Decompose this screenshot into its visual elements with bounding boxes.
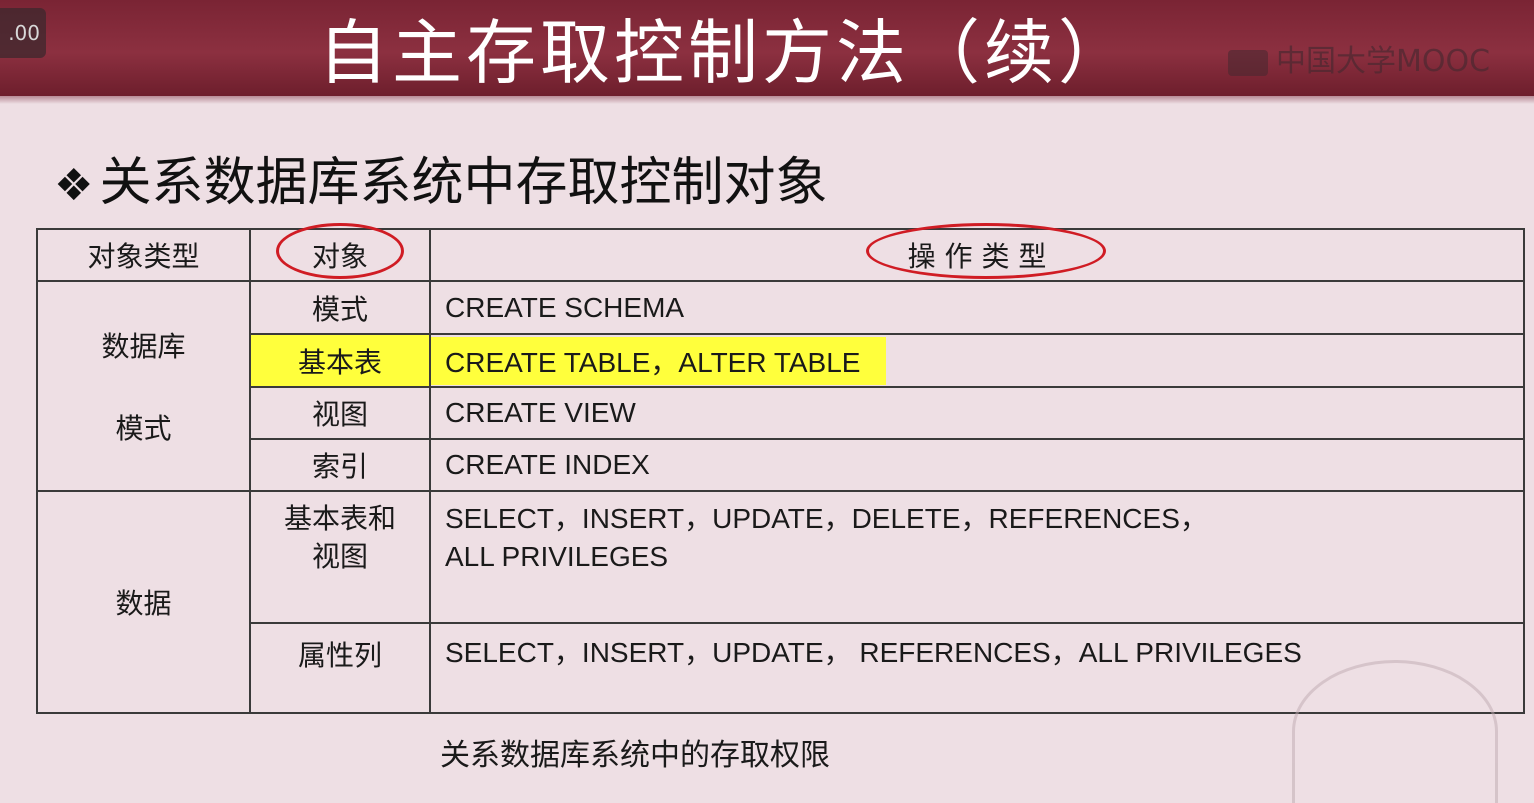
operation-cell: CREATE TABLE，ALTER TABLE [429,333,1525,388]
object-type-data: 数据 [36,490,251,714]
header-operation-type-text: 操 作 类 型 [907,240,1047,273]
header-object-type: 对象类型 [36,228,251,282]
operation-cell: CREATE VIEW [429,386,1525,440]
header-divider [0,96,1534,104]
access-privilege-table: 对象类型 对象 操 作 类 型 数据库 模式 模式 CREATE SCHEMA … [36,223,1525,714]
object-type-label: 模式 [115,412,172,445]
object-cell: 索引 [249,438,431,492]
highlighted-operation: CREATE TABLE，ALTER TABLE [431,336,887,385]
operation-cell: SELECT，INSERT，UPDATE，DELETE，REFERENCES， … [429,490,1525,624]
operation-cell: CREATE SCHEMA [429,280,1525,335]
table-row: 索引 CREATE INDEX [37,438,1525,492]
table-row-highlighted: 基本表 CREATE TABLE，ALTER TABLE [37,333,1525,388]
subheading-text: 关系数据库系统中存取控制对象 [99,153,828,213]
object-cell: 基本表和 视图 [249,490,431,624]
table-row: 数据库 模式 模式 CREATE SCHEMA [36,280,1525,492]
operation-text: ALL PRIVILEGES [445,541,669,572]
mooc-logo: 中国大学MOOC [1228,42,1498,82]
header-operation-type: 操 作 类 型 [429,223,1525,282]
table-header-row: 对象类型 对象 操 作 类 型 [36,223,1525,282]
object-cell: 视图 [249,386,431,440]
playback-speed: .00 [8,21,40,45]
diamond-bullet-icon: ❖ [54,160,94,211]
object-cell: 基本表 [249,333,431,388]
operation-cell: CREATE INDEX [429,438,1525,492]
table-row: 数据 基本表和 视图 SELECT，INSERT，UPDATE，DELETE，R… [36,490,1525,714]
object-text: 视图 [311,540,368,573]
table-caption: 关系数据库系统中的存取权限 [440,738,830,773]
object-type-label: 数据库 [101,330,186,363]
mooc-logo-icon [1228,49,1268,76]
header-object: 对象 [249,223,431,282]
header-object-text: 对象 [311,240,368,273]
playback-speed-badge[interactable]: .00 [0,8,46,58]
object-cell: 模式 [249,280,431,335]
mooc-logo-text: 中国大学MOOC [1276,44,1491,79]
table-row: 属性列 SELECT，INSERT，UPDATE， REFERENCES，ALL… [37,622,1525,714]
object-text: 基本表和 [283,502,396,535]
object-cell: 属性列 [249,622,431,714]
slide-subheading: ❖ 关系数据库系统中存取控制对象 [54,148,1014,218]
university-seal-watermark-icon [1292,660,1498,803]
object-type-database-schema: 数据库 模式 [36,280,251,492]
slide-title: 自主存取控制方法（续） [318,12,1132,94]
operation-text: SELECT，INSERT，UPDATE，DELETE，REFERENCES， [445,503,1208,534]
table-row: 视图 CREATE VIEW [37,386,1525,440]
